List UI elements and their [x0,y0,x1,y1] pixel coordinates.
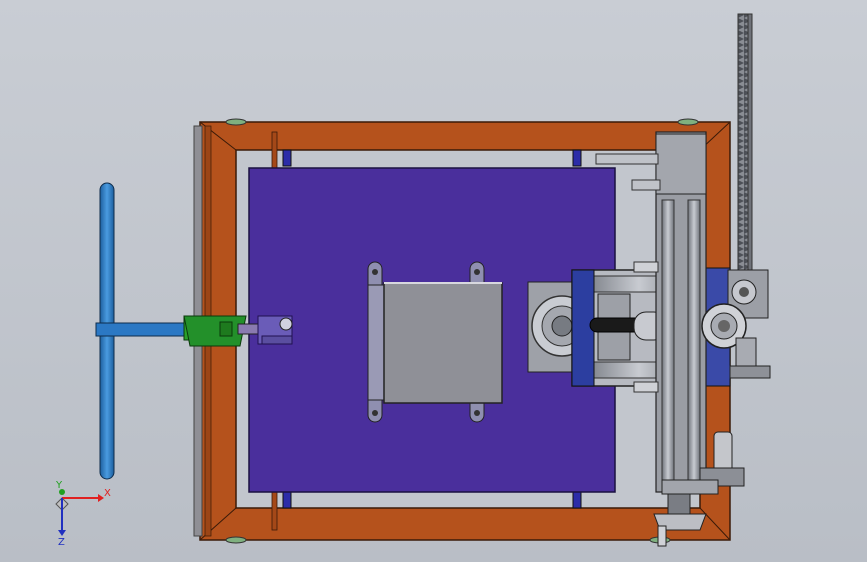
center-block [367,261,503,423]
cad-drawing[interactable]: X Y Z [0,0,867,562]
cad-viewport[interactable]: X Y Z [0,0,867,562]
handwheel-bar[interactable] [95,182,191,480]
rack [737,13,753,271]
pivot-block [257,315,293,345]
z-axis-label: Z [58,537,65,548]
x-axis-label: X [104,488,111,499]
y-axis-label: Y [55,480,63,491]
coordinate-triad: X Y Z [55,480,111,548]
